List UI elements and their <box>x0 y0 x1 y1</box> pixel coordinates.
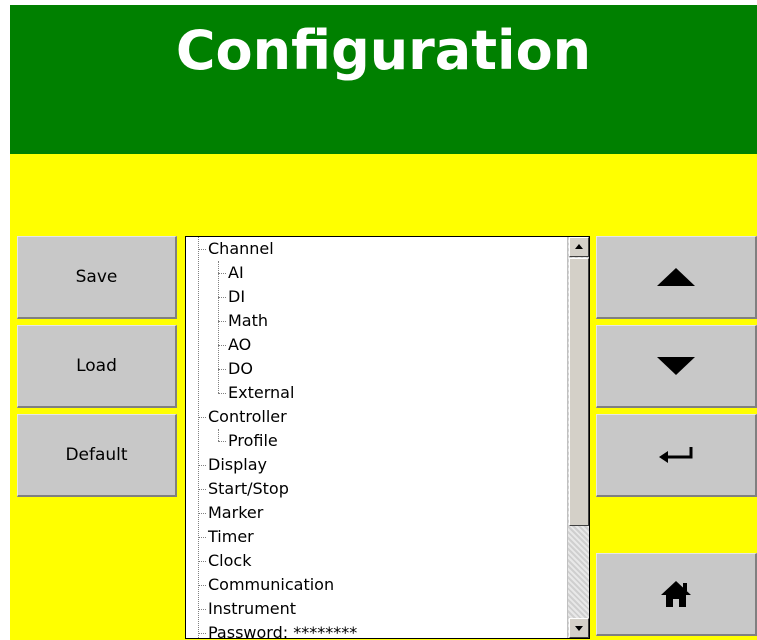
default-button[interactable]: Default <box>17 414 177 497</box>
scroll-up-arrow-icon <box>575 244 583 249</box>
tree-connector <box>218 393 226 394</box>
move-up-button[interactable] <box>596 236 757 319</box>
tree-connector <box>218 369 226 370</box>
tree-item[interactable]: Instrument <box>186 597 567 621</box>
load-button[interactable]: Load <box>17 325 177 408</box>
tree-item-label: Instrument <box>208 599 297 618</box>
tree-item[interactable]: DO <box>186 357 567 381</box>
enter-button[interactable] <box>596 414 757 497</box>
tree-connector <box>198 513 206 514</box>
tree-item-label: DO <box>228 359 253 378</box>
tree-item-label: Display <box>208 455 267 474</box>
default-button-label: Default <box>65 445 128 465</box>
tree-connector <box>218 273 226 274</box>
enter-icon <box>659 447 693 463</box>
header-bar: Configuration <box>10 5 757 154</box>
tree-item[interactable]: Channel <box>186 237 567 261</box>
tree-connector <box>198 561 206 562</box>
tree-item-label: Profile <box>228 431 278 450</box>
configuration-screen: Configuration Save Load Default Channel A… <box>10 5 757 640</box>
tree-item-label: Start/Stop <box>208 479 289 498</box>
tree-connector <box>218 441 226 442</box>
page-title: Configuration <box>175 19 592 82</box>
tree-item[interactable]: Profile <box>186 429 567 453</box>
tree-connector <box>198 609 206 610</box>
tree-item-label: Channel <box>208 239 274 258</box>
save-button-label: Save <box>75 267 118 287</box>
tree-item-label: Controller <box>208 407 287 426</box>
home-icon <box>661 581 691 607</box>
tree-item-label: Password: ******** <box>208 623 358 638</box>
tree-connector <box>198 537 206 538</box>
tree-item-label: Clock <box>208 551 252 570</box>
tree-connector <box>198 417 206 418</box>
tree-connector <box>198 249 206 250</box>
tree-item[interactable]: Controller <box>186 405 567 429</box>
scroll-down-arrow-icon <box>575 626 583 631</box>
tree-item[interactable]: DI <box>186 285 567 309</box>
tree-item-label: Math <box>228 311 269 330</box>
tree-item[interactable]: Math <box>186 309 567 333</box>
tree-connector <box>198 585 206 586</box>
tree-item-label: Communication <box>208 575 335 594</box>
tree-item[interactable]: Clock <box>186 549 567 573</box>
scroll-down-button[interactable] <box>569 618 589 638</box>
tree-item-label: DI <box>228 287 246 306</box>
config-tree[interactable]: Channel AI DI Math AO DO External Controller Pro… <box>186 237 567 638</box>
save-button[interactable]: Save <box>17 236 177 319</box>
tree-connector <box>198 489 206 490</box>
tree-scrollbar[interactable] <box>567 237 589 638</box>
tree-item[interactable]: External <box>186 381 567 405</box>
tree-connector <box>218 297 226 298</box>
arrow-up-icon <box>657 268 695 286</box>
arrow-down-icon <box>657 357 695 375</box>
tree-item-label: AI <box>228 263 244 282</box>
tree-item-label: Timer <box>208 527 254 546</box>
tree-item[interactable]: AI <box>186 261 567 285</box>
tree-item-label: AO <box>228 335 252 354</box>
tree-item[interactable]: Start/Stop <box>186 477 567 501</box>
tree-connector <box>198 465 206 466</box>
tree-item[interactable]: AO <box>186 333 567 357</box>
scroll-up-button[interactable] <box>569 237 589 257</box>
move-down-button[interactable] <box>596 325 757 408</box>
scrollbar-thumb[interactable] <box>569 258 589 526</box>
tree-item-label: External <box>228 383 295 402</box>
tree-item[interactable]: Timer <box>186 525 567 549</box>
tree-item[interactable]: Marker <box>186 501 567 525</box>
config-tree-panel: Channel AI DI Math AO DO External Controller Pro… <box>185 236 590 639</box>
load-button-label: Load <box>76 356 117 376</box>
tree-connector <box>218 345 226 346</box>
tree-item-label: Marker <box>208 503 264 522</box>
tree-item[interactable]: Display <box>186 453 567 477</box>
tree-connector <box>198 633 206 634</box>
tree-item[interactable]: Communication <box>186 573 567 597</box>
tree-item[interactable]: Password: ******** <box>186 621 567 638</box>
tree-connector <box>218 321 226 322</box>
home-button[interactable] <box>596 553 757 636</box>
